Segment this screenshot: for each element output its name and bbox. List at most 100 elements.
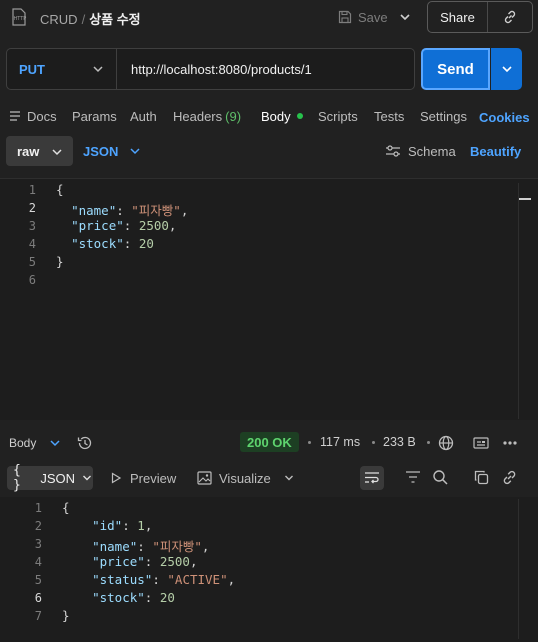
code-line: "stock": 20 [71, 236, 154, 251]
tab-settings[interactable]: Settings [420, 104, 467, 128]
line-number: 4 [34, 555, 42, 569]
save-button[interactable]: Save [332, 4, 392, 30]
line-number: 2 [28, 201, 36, 215]
body-mode-select[interactable]: raw [6, 136, 73, 166]
request-tabs: Docs Params Auth Headers (9) Body Scripts… [0, 104, 538, 128]
status-badge[interactable]: 200 OK [240, 432, 299, 452]
chevron-down-icon[interactable] [283, 472, 295, 484]
tab-scripts[interactable]: Scripts [318, 104, 358, 128]
response-body-viewer[interactable]: 1 2 3 4 5 6 7 { "id": 1, "name": "피자빵", … [0, 497, 538, 642]
response-bar: Body 200 OK 117 ms 233 B [0, 432, 538, 454]
visualize-button[interactable]: Visualize [197, 468, 271, 488]
tab-label: Headers [173, 108, 223, 124]
line-number: 6 [28, 273, 36, 287]
filter-icon[interactable] [405, 470, 421, 484]
tab-label: Body [261, 108, 291, 124]
json-value: "ACTIVE" [167, 572, 228, 587]
scrollbar-thumb[interactable] [519, 198, 531, 200]
tab-headers[interactable]: Headers (9) [173, 104, 241, 128]
body-format-label: JSON [83, 143, 119, 159]
link-icon [502, 9, 518, 25]
share-button[interactable]: Share [428, 2, 488, 32]
breadcrumb: CRUD / 상품 수정 [40, 9, 141, 28]
send-options-button[interactable] [491, 48, 522, 90]
wrap-lines-button[interactable] [360, 466, 384, 490]
active-dot [296, 113, 303, 119]
tab-params[interactable]: Params [72, 104, 117, 128]
breadcrumb-separator: / [81, 12, 86, 27]
json-value: 20 [138, 236, 154, 251]
more-icon[interactable] [501, 435, 519, 451]
save-response-icon[interactable] [472, 434, 490, 452]
preview-label: Preview [130, 470, 177, 486]
json-key: "status" [92, 572, 153, 587]
copy-link-button[interactable] [488, 2, 532, 32]
preview-button[interactable]: Preview [110, 468, 176, 488]
request-name[interactable]: 상품 수정 [89, 12, 140, 27]
svg-text:HTTP: HTTP [14, 16, 27, 22]
editor-scrollbar[interactable] [518, 183, 531, 419]
headers-count: (9) [225, 108, 242, 124]
url-bar: PUT [6, 48, 415, 90]
tab-label: Settings [420, 108, 467, 124]
line-number: 5 [34, 573, 42, 587]
cookies-link[interactable]: Cookies [479, 105, 530, 129]
separator-dot [372, 441, 375, 444]
tab-label: Auth [130, 108, 157, 124]
schema-label: Schema [408, 143, 456, 159]
line-number: 3 [28, 219, 36, 233]
tab-label: Cookies [479, 109, 530, 125]
save-label: Save [358, 9, 388, 25]
body-mode-label: raw [17, 143, 40, 159]
json-value: 1 [137, 518, 145, 533]
tab-label: Tests [374, 108, 405, 124]
visualize-label: Visualize [219, 470, 271, 486]
sliders-icon [385, 144, 401, 158]
chevron-down-icon[interactable] [48, 436, 62, 450]
response-size[interactable]: 233 B [383, 435, 416, 449]
response-format-select[interactable]: { } JSON [7, 463, 93, 493]
method-select[interactable]: PUT [7, 49, 117, 89]
schema-button[interactable]: Schema [385, 140, 456, 162]
breadcrumb-collection[interactable]: CRUD [40, 12, 78, 27]
request-body-editor[interactable]: 1 2 3 4 5 6 { "name": "피자빵", "price": 25… [0, 178, 538, 420]
pane-splitter[interactable] [0, 420, 538, 432]
json-key: "price" [71, 218, 124, 233]
tab-docs[interactable]: Docs [9, 104, 57, 128]
response-section-label[interactable]: Body [9, 436, 36, 450]
json-key: "name" [71, 203, 117, 218]
url-input[interactable] [117, 49, 414, 89]
link-icon[interactable] [501, 469, 518, 486]
body-format-select[interactable]: JSON [83, 140, 142, 162]
code-line: "name": "피자빵", [71, 203, 189, 218]
response-scrollbar[interactable] [518, 499, 530, 639]
json-key: "stock" [92, 590, 145, 605]
line-number: 4 [28, 237, 36, 251]
history-icon[interactable] [76, 434, 94, 452]
play-icon [110, 472, 122, 484]
json-value: "피자빵" [131, 203, 181, 218]
line-number: 3 [34, 537, 42, 551]
response-time[interactable]: 117 ms [320, 435, 360, 449]
tab-label: Scripts [318, 108, 358, 124]
globe-icon[interactable] [437, 434, 455, 452]
json-key: "name" [92, 539, 138, 554]
tab-body[interactable]: Body [261, 104, 303, 128]
json-value: 2500 [138, 218, 169, 233]
send-button[interactable]: Send [421, 48, 490, 90]
request-header: HTTP CRUD / 상품 수정 Save Share [0, 0, 538, 36]
separator-dot [427, 441, 430, 444]
beautify-button[interactable]: Beautify [470, 140, 521, 162]
separator-dot [308, 441, 311, 444]
save-options-chevron-icon[interactable] [396, 8, 414, 26]
copy-icon[interactable] [473, 469, 490, 486]
code-line: { [62, 500, 70, 515]
code-line: "price": 2500, [92, 554, 198, 569]
share-group: Share [427, 1, 533, 33]
code-line: "price": 2500, [71, 218, 177, 233]
line-number: 5 [28, 255, 36, 269]
tab-tests[interactable]: Tests [374, 104, 404, 128]
tab-auth[interactable]: Auth [130, 104, 157, 128]
search-icon[interactable] [432, 469, 449, 486]
chevron-down-icon [128, 144, 142, 158]
